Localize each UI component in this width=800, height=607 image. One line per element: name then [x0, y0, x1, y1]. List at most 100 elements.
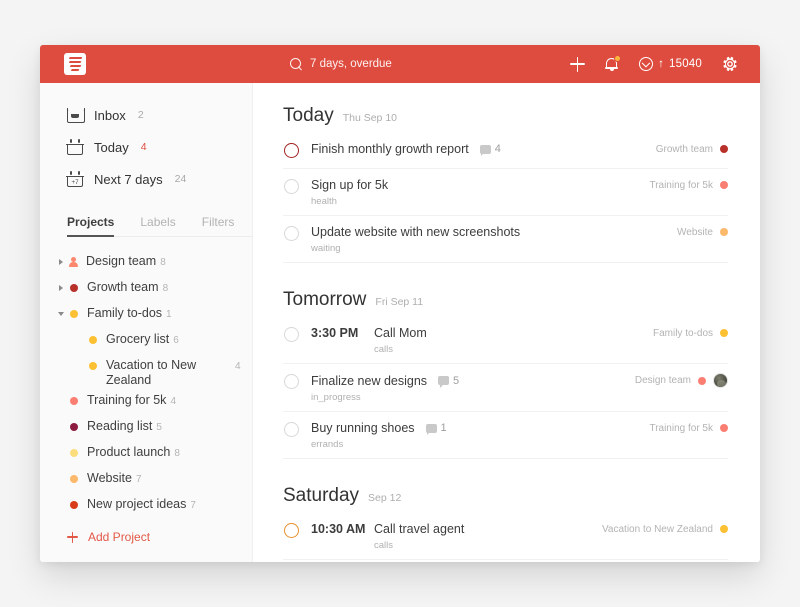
project-count: 8	[174, 440, 180, 459]
search-input[interactable]: 7 days, overdue	[310, 58, 392, 70]
task-row[interactable]: Finish monthly growth report 4 Growth team	[283, 133, 728, 169]
task-project-color-dot	[720, 228, 728, 236]
task-section: TomorrowFri Sep 113:30 PMCall MomFamily …	[283, 289, 728, 459]
task-content: Finish monthly growth report 4 Growth team	[311, 142, 728, 156]
project-count: 4	[235, 353, 241, 372]
task-checkbox[interactable]	[284, 179, 299, 194]
task-checkbox[interactable]	[284, 374, 299, 389]
task-checkbox[interactable]	[284, 226, 299, 241]
tab-filters[interactable]: Filters	[202, 209, 235, 236]
task-row[interactable]: 10:30 AMCall travel agentVacation to New…	[283, 513, 728, 560]
project-item[interactable]: Grocery list6	[40, 327, 252, 353]
task-checkbox[interactable]	[284, 422, 299, 437]
task-project-name[interactable]: Growth team	[656, 144, 713, 155]
sidebar-item-next-7-days[interactable]: +7 Next 7 days 24	[40, 163, 252, 195]
project-list: Design team8Growth team8Family to-dos1Gr…	[40, 241, 252, 518]
project-item[interactable]: Reading list5	[40, 414, 252, 440]
task-row[interactable]: Sign up for 5k Training for 5k health	[283, 169, 728, 216]
task-project-name[interactable]: Website	[677, 227, 713, 238]
task-project-color-dot	[698, 377, 706, 385]
tab-labels[interactable]: Labels	[140, 209, 175, 236]
chevron-right-icon[interactable]	[56, 275, 65, 301]
sidebar-item-count: 24	[175, 173, 187, 185]
project-item[interactable]: Website7	[40, 466, 252, 492]
chevron-down-icon[interactable]	[56, 301, 65, 327]
project-name: Design team	[86, 249, 156, 269]
task-title[interactable]: Call Mom	[374, 326, 427, 340]
task-project-name[interactable]: Family to-dos	[653, 328, 713, 339]
project-name: Product launch	[87, 440, 170, 460]
task-title[interactable]: Update website with new screenshots	[311, 225, 520, 239]
task-checkbox[interactable]	[284, 327, 299, 342]
task-row[interactable]: Buy running shoes 1 Training for 5k errands	[283, 412, 728, 459]
project-count: 7	[136, 466, 142, 485]
add-project-button[interactable]: Add Project	[40, 522, 252, 552]
sidebar-item-inbox[interactable]: Inbox 2	[40, 99, 252, 131]
task-row[interactable]: Update website with new screenshots Websi…	[283, 216, 728, 263]
task-project-color-dot	[720, 145, 728, 153]
sidebar-item-label: Inbox	[94, 108, 126, 123]
project-count: 6	[173, 327, 179, 346]
karma-icon	[639, 57, 653, 71]
task-label[interactable]: calls	[374, 540, 728, 551]
settings-button[interactable]	[722, 56, 738, 72]
task-label[interactable]: calls	[374, 344, 728, 355]
task-project-name[interactable]: Design team	[635, 375, 691, 386]
project-color-dot	[70, 310, 78, 318]
task-title[interactable]: Sign up for 5k	[311, 178, 388, 192]
task-row[interactable]: Finalize new designs 5 Design team in_progr…	[283, 364, 728, 412]
task-label[interactable]: errands	[311, 439, 728, 450]
project-item[interactable]: Product launch8	[40, 440, 252, 466]
task-title[interactable]: Call travel agent	[374, 522, 464, 536]
task-project-color-dot	[720, 329, 728, 337]
task-section: SaturdaySep 1210:30 AMCall travel agentV…	[283, 485, 728, 560]
project-count: 8	[163, 275, 169, 294]
task-project-name[interactable]: Training for 5k	[649, 423, 713, 434]
comment-count: 1	[441, 422, 447, 434]
task-project-name[interactable]: Training for 5k	[649, 180, 713, 191]
add-task-button[interactable]	[570, 57, 585, 72]
todoist-logo[interactable]	[64, 53, 86, 75]
notifications-button[interactable]	[605, 56, 619, 72]
task-label[interactable]: waiting	[311, 243, 728, 254]
sidebar-item-today[interactable]: Today 4	[40, 131, 252, 163]
task-label[interactable]: health	[311, 196, 728, 207]
task-label[interactable]: in_progress	[311, 392, 728, 403]
task-title[interactable]: Finalize new designs	[311, 374, 427, 388]
comment-count: 4	[495, 143, 501, 155]
project-color-dot	[70, 475, 78, 483]
task-meta: Vacation to New Zealand	[592, 524, 728, 535]
task-content: 3:30 PM Call Mom Family to-dos calls	[311, 326, 728, 355]
task-checkbox[interactable]	[284, 523, 299, 538]
shared-project-icon	[68, 257, 79, 268]
sidebar-item-count: 4	[141, 141, 147, 153]
task-project-color-dot	[720, 424, 728, 432]
project-item[interactable]: Vacation to New Zealand4	[40, 353, 252, 388]
task-comments[interactable]: 5	[438, 375, 459, 387]
sidebar: Inbox 2 Today 4 +7 Next 7 days 24 Projec…	[40, 83, 253, 562]
search-box[interactable]: 7 days, overdue	[290, 45, 392, 83]
task-row[interactable]: 3:30 PM Call Mom Family to-dos calls	[283, 317, 728, 364]
task-comments[interactable]: 4	[480, 143, 501, 155]
task-title[interactable]: Finish monthly growth report	[311, 142, 469, 156]
project-item[interactable]: Design team8	[40, 249, 252, 275]
task-checkbox[interactable]	[284, 143, 299, 158]
avatar[interactable]	[713, 373, 728, 388]
project-item[interactable]: Training for 5k4	[40, 388, 252, 414]
project-count: 8	[160, 249, 166, 268]
task-comments[interactable]: 1	[426, 422, 447, 434]
chevron-right-icon[interactable]	[56, 249, 65, 275]
project-name: Family to-dos	[87, 301, 162, 321]
task-time: 3:30 PM	[311, 326, 367, 340]
tab-projects[interactable]: Projects	[67, 209, 114, 236]
project-item[interactable]: Family to-dos1	[40, 301, 252, 327]
project-name: New project ideas	[87, 492, 186, 512]
karma-button[interactable]: ↑ 15040	[639, 57, 702, 71]
project-count: 1	[166, 301, 172, 320]
project-item[interactable]: Growth team8	[40, 275, 252, 301]
task-project-name[interactable]: Vacation to New Zealand	[602, 524, 713, 535]
project-item[interactable]: New project ideas7	[40, 492, 252, 518]
project-name: Grocery list	[106, 327, 169, 347]
project-color-dot	[70, 397, 78, 405]
task-title[interactable]: Buy running shoes	[311, 421, 415, 435]
